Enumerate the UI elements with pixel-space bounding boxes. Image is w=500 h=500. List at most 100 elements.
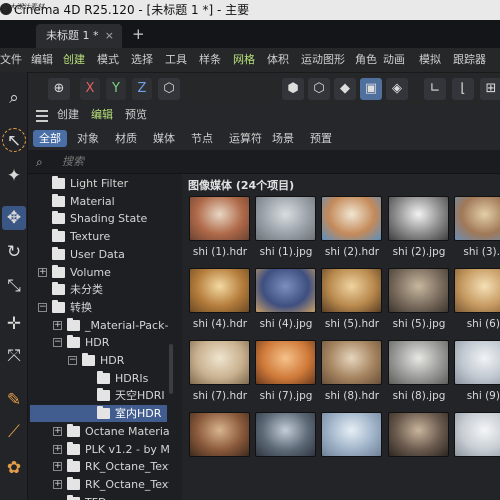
world-coordinates-icon[interactable]: ⬡ [158, 78, 180, 100]
menu-item-6[interactable]: 样条 [199, 48, 221, 72]
filter-presets[interactable]: 预置 [304, 130, 338, 147]
expand-icon[interactable]: + [53, 479, 62, 489]
close-tab-icon[interactable]: × [105, 24, 114, 48]
tree-item[interactable]: User Data [28, 246, 167, 263]
menu-item-3[interactable]: 模式 [97, 48, 119, 72]
browser-menu-create[interactable]: 创建 [57, 104, 79, 126]
filter-media[interactable]: 媒体 [147, 130, 181, 147]
media-thumbnail[interactable] [255, 412, 316, 457]
tree-item[interactable]: − HDR [28, 334, 167, 351]
tree-item[interactable]: 室内HDR [30, 405, 167, 423]
media-thumbnail[interactable] [454, 340, 500, 385]
media-thumbnail[interactable] [255, 268, 316, 313]
filter-all[interactable]: 全部 [33, 130, 67, 147]
tree-item[interactable]: + _Material-Pack-C [28, 317, 173, 334]
media-thumbnail[interactable] [321, 340, 382, 385]
browser-menu-preview[interactable]: 预览 [125, 104, 147, 126]
move-tool-icon[interactable]: ✥ [2, 206, 26, 230]
new-tab-button[interactable]: + [132, 24, 145, 44]
menu-item-0[interactable]: 文件 [0, 48, 22, 72]
tree-item[interactable]: Light Filter [28, 175, 167, 192]
expand-icon[interactable]: + [38, 267, 47, 277]
rotate-tool-icon[interactable]: ↻ [2, 240, 26, 264]
paint-tool-icon[interactable]: ✿ [2, 456, 26, 480]
expand-icon[interactable]: + [53, 320, 62, 330]
scale-tool-icon[interactable]: ⤡ [2, 274, 26, 298]
expand-icon[interactable]: + [53, 462, 62, 472]
z-axis-lock-button[interactable]: Z [132, 78, 152, 100]
hamburger-menu-icon[interactable] [36, 107, 48, 122]
menu-item-1[interactable]: 编辑 [31, 48, 53, 72]
tree-item[interactable]: Material [28, 193, 167, 210]
filter-objects[interactable]: 对象 [71, 130, 105, 147]
filter-operators[interactable]: 运算符 [223, 130, 268, 147]
filter-scenes[interactable]: 场景 [266, 130, 300, 147]
menu-item-8[interactable]: 体积 [267, 48, 289, 72]
selection-brush-icon[interactable]: ✦ [2, 164, 26, 188]
browser-menu-edit[interactable]: 编辑 [91, 104, 113, 126]
filter-nodes[interactable]: 节点 [185, 130, 219, 147]
menu-item-5[interactable]: 工具 [165, 48, 187, 72]
tree-item[interactable]: + RK_Octane_Textu [28, 476, 173, 493]
media-thumbnail[interactable] [388, 196, 449, 241]
workplane-icon[interactable]: ⌊ [452, 78, 474, 100]
menu-item-11[interactable]: 动画 [383, 48, 405, 72]
media-thumbnail[interactable] [454, 196, 500, 241]
tree-item[interactable]: − 转换 [28, 299, 167, 316]
tree-scrollbar-thumb[interactable] [169, 344, 173, 394]
tree-item[interactable]: + Octane Materials [28, 423, 173, 440]
menu-item-13[interactable]: 跟踪器 [453, 48, 486, 72]
media-thumbnail[interactable] [255, 196, 316, 241]
tree-item[interactable]: 未分类 [28, 281, 167, 298]
coordinate-system-icon[interactable]: ⊕ [48, 78, 70, 100]
media-thumbnail[interactable] [189, 340, 250, 385]
transform-icon[interactable]: ⤧ [2, 344, 26, 368]
tree-item[interactable]: + Volume [28, 264, 167, 281]
media-thumbnail[interactable] [454, 412, 500, 457]
x-axis-lock-button[interactable]: X [80, 78, 100, 100]
menu-item-4[interactable]: 选择 [131, 48, 153, 72]
tree-item[interactable]: HDRIs [28, 370, 167, 387]
tree-scrollbar[interactable] [169, 174, 173, 500]
tree-item[interactable]: + RK_Octane_Textu [28, 458, 173, 475]
tree-item[interactable]: Texture [28, 228, 167, 245]
menu-item-10[interactable]: 角色 [355, 48, 377, 72]
search-tool-icon[interactable]: ⌕ [2, 86, 26, 110]
media-thumbnail[interactable] [321, 268, 382, 313]
model-mode-icon[interactable]: ▣ [360, 78, 382, 100]
collapse-icon[interactable]: − [68, 356, 77, 365]
media-thumbnail[interactable] [321, 196, 382, 241]
media-thumbnail[interactable] [388, 340, 449, 385]
knife-tool-icon[interactable]: ⟋ [2, 420, 26, 444]
tree-item[interactable]: + PLK v1.2 - by Mi [28, 441, 173, 458]
menu-item-9[interactable]: 运动图形 [301, 48, 345, 72]
grid-icon[interactable]: ⊞ [480, 78, 500, 100]
document-tab[interactable]: 未标题 1 * × [36, 24, 122, 48]
menu-item-2[interactable]: 创建 [63, 48, 85, 72]
tree-item[interactable]: − HDR [28, 352, 167, 369]
media-thumbnail[interactable] [321, 412, 382, 457]
tree-item[interactable]: 天空HDRI [28, 387, 167, 404]
live-selection-icon[interactable]: ↖ [2, 128, 26, 152]
uv-mode-icon[interactable]: ◈ [386, 78, 408, 100]
points-mode-icon[interactable]: ⬢ [282, 78, 304, 100]
media-thumbnail[interactable] [454, 268, 500, 313]
search-bar[interactable]: ⌕ 搜索 [28, 150, 500, 174]
expand-icon[interactable]: + [53, 426, 62, 436]
tree-item[interactable]: Shading State [28, 210, 167, 227]
filter-materials[interactable]: 材质 [109, 130, 143, 147]
media-thumbnail[interactable] [189, 196, 250, 241]
pen-tool-icon[interactable]: ✎ [2, 388, 26, 412]
y-axis-lock-button[interactable]: Y [106, 78, 126, 100]
menu-item-7[interactable]: 网格 [233, 48, 255, 72]
collapse-icon[interactable]: − [53, 338, 62, 348]
move-axis-icon[interactable]: ✛ [2, 312, 26, 336]
media-thumbnail[interactable] [388, 268, 449, 313]
tree-item[interactable]: TFD [28, 494, 167, 500]
media-thumbnail[interactable] [388, 412, 449, 457]
media-thumbnail[interactable] [189, 412, 250, 457]
search-input[interactable]: 搜索 [62, 150, 84, 174]
expand-icon[interactable]: + [53, 444, 62, 454]
polygons-mode-icon[interactable]: ◆ [334, 78, 356, 100]
collapse-icon[interactable]: − [38, 302, 47, 312]
